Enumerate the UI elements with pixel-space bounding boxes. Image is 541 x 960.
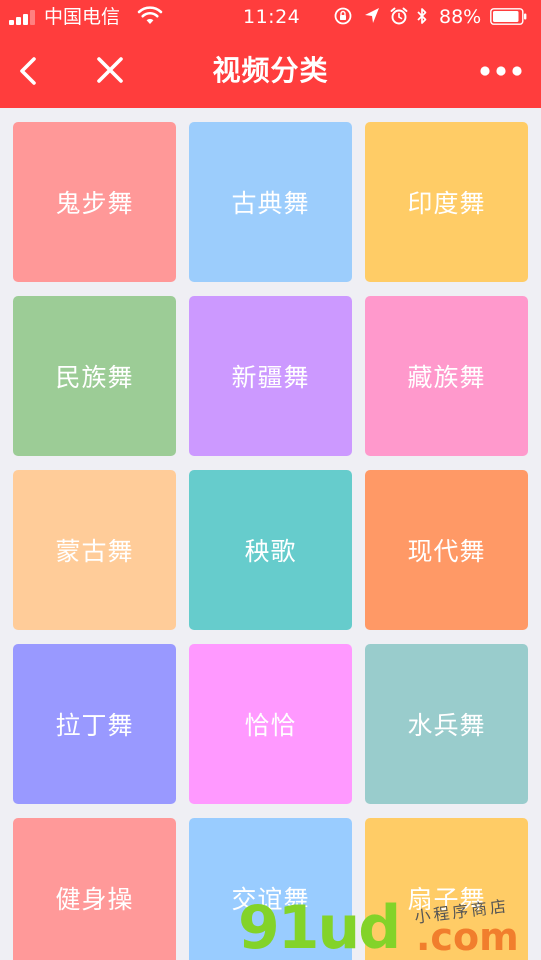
status-bar: 中国电信 11:24 88%: [0, 0, 541, 34]
category-grid: 鬼步舞 古典舞 印度舞 民族舞 新疆舞 藏族舞 蒙古舞 秧歌 现代舞 拉丁舞 恰…: [13, 122, 528, 960]
category-tile[interactable]: 秧歌: [189, 470, 352, 630]
category-tile[interactable]: 交谊舞: [189, 818, 352, 960]
category-tile[interactable]: 新疆舞: [189, 296, 352, 456]
signal-icon: [9, 10, 39, 25]
more-icon[interactable]: [479, 52, 523, 90]
battery-icon: [490, 8, 527, 25]
category-tile[interactable]: 民族舞: [13, 296, 176, 456]
category-tile[interactable]: 古典舞: [189, 122, 352, 282]
category-tile[interactable]: 鬼步舞: [13, 122, 176, 282]
bluetooth-icon: [417, 8, 427, 24]
carrier-name: 中国电信: [44, 6, 121, 28]
battery-percent: 88%: [439, 6, 482, 28]
page-title: 视频分类: [212, 54, 329, 87]
orientation-lock-icon: [334, 7, 352, 25]
category-tile[interactable]: 拉丁舞: [13, 644, 176, 804]
category-tile[interactable]: 藏族舞: [365, 296, 528, 456]
top-bar: 中国电信 11:24 88% 视频分类: [0, 0, 541, 108]
app-screen: 中国电信 11:24 88% 视频分类 鬼步舞 古典舞 印度舞 民族舞 新疆舞 …: [0, 0, 541, 960]
category-tile[interactable]: 恰恰: [189, 644, 352, 804]
navigation-bar: 视频分类: [0, 34, 541, 108]
category-tile[interactable]: 现代舞: [365, 470, 528, 630]
category-tile[interactable]: 蒙古舞: [13, 470, 176, 630]
category-tile[interactable]: 水兵舞: [365, 644, 528, 804]
location-icon: [365, 8, 379, 23]
category-tile[interactable]: 健身操: [13, 818, 176, 960]
category-tile[interactable]: 印度舞: [365, 122, 528, 282]
category-tile[interactable]: 扇子舞: [365, 818, 528, 960]
status-time: 11:24: [243, 6, 301, 28]
alarm-icon: [390, 7, 408, 25]
wifi-icon: [137, 6, 163, 24]
